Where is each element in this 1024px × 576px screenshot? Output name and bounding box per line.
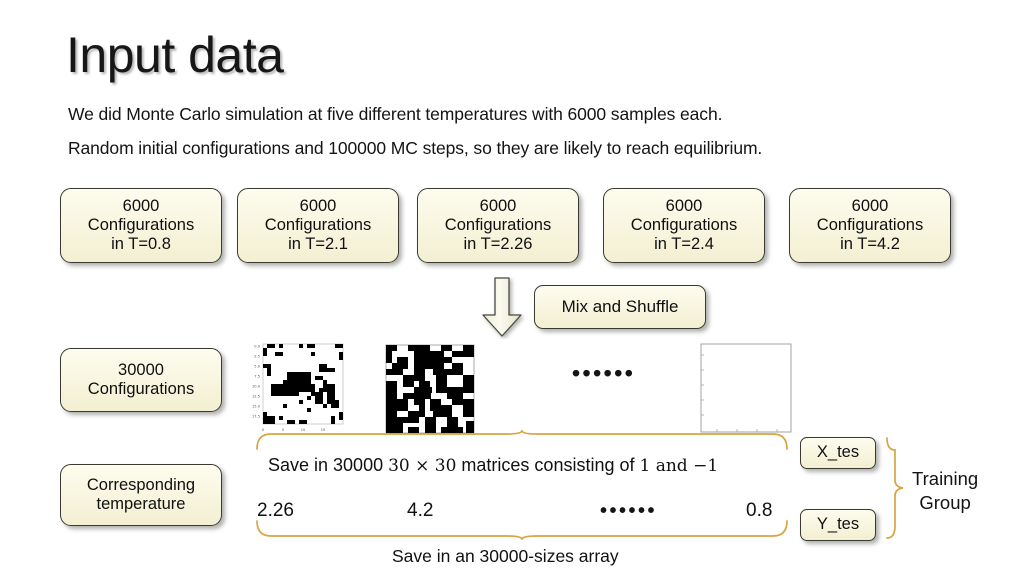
temperature-box-temp: in T=2.26	[463, 235, 533, 254]
temperature-box-temp: in T=0.8	[111, 235, 171, 254]
temperature-value-1: 4.2	[407, 500, 434, 521]
mix-and-shuffle-label: Mix and Shuffle	[561, 297, 679, 317]
x-test-label: X_tes	[816, 443, 860, 462]
temperature-box-count: 6000	[122, 196, 160, 215]
slide-canvas: Input data We did Monte Carlo simulation…	[0, 0, 1024, 576]
corresponding-line-2: temperature	[96, 495, 186, 513]
svg-text:0.0: 0.0	[254, 345, 260, 349]
page-title: Input data	[66, 27, 284, 83]
matrices-caption-dims: 30 × 30	[388, 456, 457, 476]
temperature-box-temp: in T=2.1	[288, 235, 348, 254]
svg-text:17.5: 17.5	[252, 415, 260, 419]
svg-text:7.5: 7.5	[254, 375, 260, 379]
corresponding-temperature-box[interactable]: Corresponding temperature	[60, 464, 222, 526]
temperature-box-count: 6000	[299, 196, 337, 215]
temperature-box-0[interactable]: 6000 Configurations in T=0.8	[60, 188, 222, 263]
svg-text:5.0: 5.0	[254, 365, 260, 369]
temperature-box-4[interactable]: 6000 Configurations in T=4.2	[789, 188, 951, 263]
down-arrow-icon	[479, 277, 525, 339]
temperature-box-count: 6000	[479, 196, 517, 215]
x-test-box[interactable]: X_tes	[800, 437, 876, 469]
matrices-ellipsis: ••••••	[572, 360, 636, 386]
matrices-caption-middle: matrices consisting of	[456, 455, 640, 475]
merged-count: 30000	[118, 360, 164, 379]
training-group-brace	[884, 436, 906, 545]
matrices-brace	[255, 428, 789, 455]
temperature-box-2[interactable]: 6000 Configurations in T=2.26	[417, 188, 579, 263]
temperature-box-label: Configurations	[87, 215, 195, 234]
corresponding-line-1: Corresponding	[86, 475, 196, 494]
training-group-label: Training Group	[912, 467, 978, 514]
svg-text:15.0: 15.0	[252, 405, 261, 409]
temperature-box-label: Configurations	[264, 215, 372, 234]
matrices-caption: Save in 30000 30 × 30 matrices consistin…	[268, 455, 718, 476]
training-group-line-1: Training	[912, 468, 979, 489]
matrices-caption-values: 1 and −1	[639, 456, 719, 476]
svg-text:2.5: 2.5	[254, 355, 260, 359]
temperature-value-0: 2.26	[257, 500, 294, 521]
y-test-box[interactable]: Y_tes	[800, 509, 876, 541]
training-group-line-2: Group	[919, 491, 971, 513]
body-line-1: We did Monte Carlo simulation at five di…	[68, 104, 723, 124]
array-caption: Save in an 30000-sizes array	[392, 546, 619, 566]
temperature-box-3[interactable]: 6000 Configurations in T=2.4	[603, 188, 765, 263]
temperature-box-label: Configurations	[816, 215, 924, 234]
svg-text:12.5: 12.5	[252, 395, 260, 399]
svg-text:10.0: 10.0	[252, 385, 261, 389]
matrices-caption-prefix: Save in 30000	[268, 455, 389, 475]
spin-configuration-plot-3-empty	[697, 340, 797, 443]
temperature-box-label: Configurations	[444, 215, 552, 234]
temperature-value-2: 0.8	[746, 500, 773, 521]
merged-label: Configurations	[87, 380, 195, 398]
body-line-2: Random initial configurations and 100000…	[68, 138, 763, 158]
temperature-box-temp: in T=4.2	[840, 235, 900, 254]
temperature-box-count: 6000	[665, 196, 703, 215]
temperature-box-temp: in T=2.4	[654, 235, 714, 254]
mix-and-shuffle-box[interactable]: Mix and Shuffle	[534, 285, 706, 329]
temperature-box-label: Configurations	[630, 215, 738, 234]
y-test-label: Y_tes	[816, 515, 860, 534]
merged-configurations-box[interactable]: 30000 Configurations	[60, 348, 222, 412]
temperature-box-count: 6000	[851, 196, 889, 215]
temperature-box-1[interactable]: 6000 Configurations in T=2.1	[237, 188, 399, 263]
array-brace	[255, 520, 789, 545]
